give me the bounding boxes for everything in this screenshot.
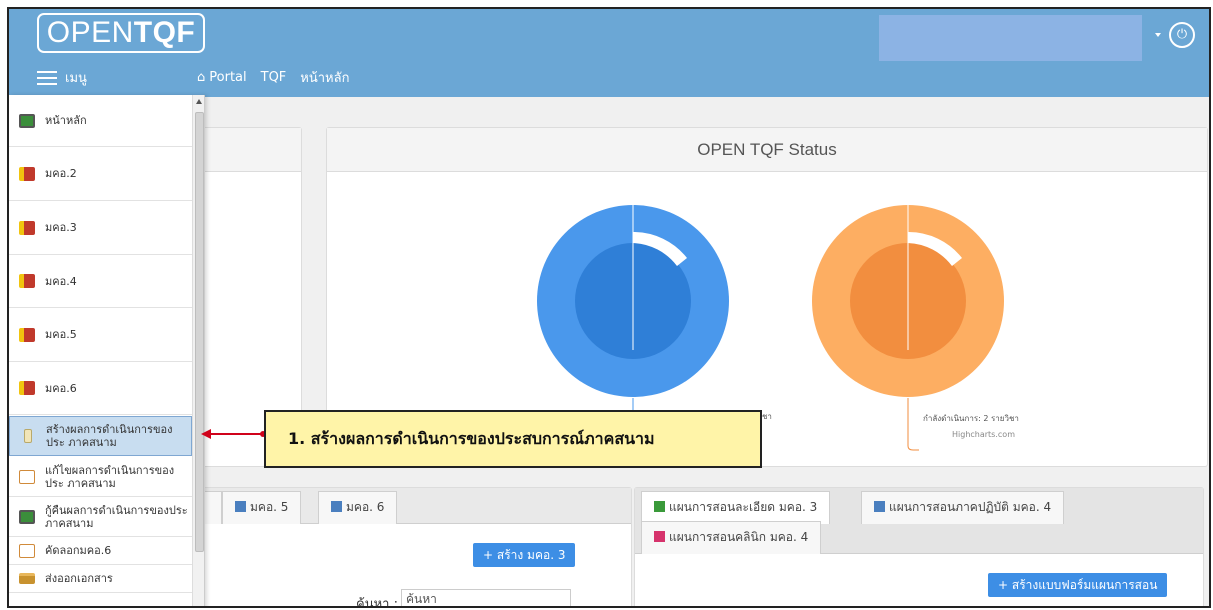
- tab-tqf5[interactable]: มคอ. 5: [222, 491, 302, 524]
- home-icon: ⌂: [197, 70, 206, 85]
- sidebar-item-tqf2[interactable]: มคอ.2: [9, 147, 192, 201]
- caret-down-icon[interactable]: [1155, 33, 1161, 37]
- annotation-arrow: [201, 429, 266, 439]
- app-window: OPENTQF เมนู ⌂ Portal TQF หน้าหลัก ⏻ OPEN…: [7, 7, 1211, 608]
- book-icon: [19, 327, 35, 342]
- sidebar-scrollbar[interactable]: [192, 95, 204, 608]
- sidebar-item-label: กู้คืนผลการดำเนินการของประ ภาคสนาม: [45, 503, 188, 530]
- teaching-plan-tab-bar: แผนการสอนละเอียด มคอ. 3 แผนการสอนภาคปฏิบ…: [635, 488, 1203, 554]
- logo-text-open: OPEN: [46, 16, 134, 49]
- nav-home-link[interactable]: หน้าหลัก: [300, 67, 349, 88]
- sidebar-item-label: คัดลอกมคอ.6: [45, 544, 112, 557]
- hamburger-icon: [37, 70, 57, 85]
- sidebar-item-tqf3[interactable]: มคอ.3: [9, 201, 192, 255]
- status-panel-title: OPEN TQF Status: [327, 128, 1207, 172]
- menu-toggle-button[interactable]: เมนู: [37, 67, 87, 88]
- top-header: OPENTQF เมนู ⌂ Portal TQF หน้าหลัก ⏻: [9, 9, 1209, 97]
- sidebar-item-label: แก้ไขผลการดำเนินการของประ ภาคสนาม: [45, 463, 175, 490]
- edit-icon: [19, 543, 35, 558]
- tab-tqf6[interactable]: มคอ. 6: [318, 491, 398, 524]
- sidebar-item-tqf6[interactable]: มคอ.6: [9, 362, 192, 415]
- sidebar-item-tqf4[interactable]: มคอ.4: [9, 255, 192, 308]
- search-input[interactable]: ค้นหา: [401, 589, 571, 606]
- sidebar-item-copy-tqf6[interactable]: คัดลอกมคอ.6: [9, 537, 192, 565]
- folder-icon: [19, 573, 35, 584]
- book-icon: [19, 381, 35, 395]
- monitor-icon: [19, 509, 35, 524]
- book-icon: [19, 166, 35, 181]
- opentqf-logo[interactable]: OPENTQF: [37, 13, 205, 53]
- power-icon[interactable]: ⏻: [1169, 22, 1195, 48]
- tab-practical-plan-label: แผนการสอนภาคปฏิบัติ มคอ. 4: [889, 500, 1052, 514]
- sidebar-item-label: ส่งออกเอกสาร: [45, 572, 113, 585]
- create-teaching-plan-button[interactable]: + สร้างแบบฟอร์มแผนการสอน: [988, 573, 1168, 597]
- tab-practical-plan-tqf4[interactable]: แผนการสอนภาคปฏิบัติ มคอ. 4: [861, 491, 1065, 524]
- nav-tqf-link[interactable]: TQF: [261, 70, 287, 85]
- sidebar-item-label: หน้าหลัก: [45, 114, 87, 127]
- sidebar-item-label: มคอ.3: [45, 221, 77, 234]
- annotation-callout: 1. สร้างผลการดำเนินการของประสบการณ์ภาคสน…: [264, 410, 762, 468]
- orange-chart-label: กำลังดำเนินการ: 2 รายวิชา: [923, 414, 1019, 423]
- tab-detailed-plan-label: แผนการสอนละเอียด มคอ. 3: [669, 500, 818, 514]
- nav-portal-link[interactable]: ⌂ Portal: [197, 70, 247, 85]
- menu-label: เมนู: [65, 71, 87, 86]
- user-account-box[interactable]: [879, 15, 1142, 61]
- create-tqf3-button[interactable]: + สร้าง มคอ. 3: [473, 543, 576, 567]
- tqf-tab-bar: มคอ. 5 มคอ. 6: [180, 488, 631, 524]
- sidebar-item-label: มคอ.5: [45, 328, 77, 341]
- edit-icon: [19, 469, 35, 484]
- sidebar-item-edit-field-result[interactable]: แก้ไขผลการดำเนินการของประ ภาคสนาม: [9, 457, 192, 497]
- scroll-thumb[interactable]: [195, 112, 204, 552]
- sidebar-item-label: มคอ.4: [45, 274, 77, 288]
- scroll-down-arrow-icon[interactable]: [196, 606, 202, 608]
- sidebar-item-create-field-result[interactable]: สร้างผลการดำเนินการของประ ภาคสนาม: [9, 416, 192, 456]
- top-nav: ⌂ Portal TQF หน้าหลัก: [197, 67, 349, 88]
- document-icon: [331, 501, 342, 512]
- calendar-icon: [874, 501, 885, 512]
- book-icon: [19, 274, 35, 288]
- document-icon: [235, 501, 246, 512]
- teaching-plan-panel: แผนการสอนละเอียด มคอ. 3 แผนการสอนภาคปฏิบ…: [634, 487, 1204, 606]
- calendar-icon: [654, 531, 665, 542]
- calendar-icon: [654, 501, 665, 512]
- logo-text-tqf: TQF: [133, 16, 196, 49]
- sidebar-item-export-documents[interactable]: ส่งออกเอกสาร: [9, 565, 192, 593]
- tab-tqf5-label: มคอ. 5: [250, 500, 289, 514]
- blue-chart-label: ชา: [762, 412, 772, 421]
- sidebar-item-label: สร้างผลการดำเนินการของประ ภาคสนาม: [46, 423, 173, 449]
- sidebar-item-home[interactable]: หน้าหลัก: [9, 95, 192, 147]
- sidebar-item-tqf5[interactable]: มคอ.5: [9, 308, 192, 362]
- monitor-icon: [19, 113, 35, 128]
- search-label: ค้นหา :: [356, 597, 398, 608]
- highcharts-credit[interactable]: Highcharts.com: [952, 430, 1015, 439]
- book-icon: [19, 220, 35, 235]
- tab-detailed-plan-tqf3[interactable]: แผนการสอนละเอียด มคอ. 3: [641, 491, 831, 524]
- nav-portal-label: Portal: [209, 70, 247, 85]
- sidebar-item-label: มคอ.2: [45, 167, 77, 180]
- sidebar-menu: หน้าหลัก มคอ.2 มคอ.3 มคอ.4 มคอ.5 มคอ.6 ส…: [9, 95, 205, 608]
- sidebar-item-label: มคอ.6: [45, 381, 77, 395]
- blue-donut-chart: [537, 205, 729, 444]
- scroll-up-arrow-icon[interactable]: [196, 99, 202, 104]
- document-icon: [24, 429, 32, 443]
- tab-clinical-plan-label: แผนการสอนคลินิก มคอ. 4: [669, 530, 809, 544]
- orange-label-connector: [907, 398, 919, 451]
- tab-tqf6-label: มคอ. 6: [346, 500, 385, 514]
- sidebar-item-restore-field-result[interactable]: กู้คืนผลการดำเนินการของประ ภาคสนาม: [9, 497, 192, 537]
- tab-clinical-plan-tqf4[interactable]: แผนการสอนคลินิก มคอ. 4: [641, 521, 822, 554]
